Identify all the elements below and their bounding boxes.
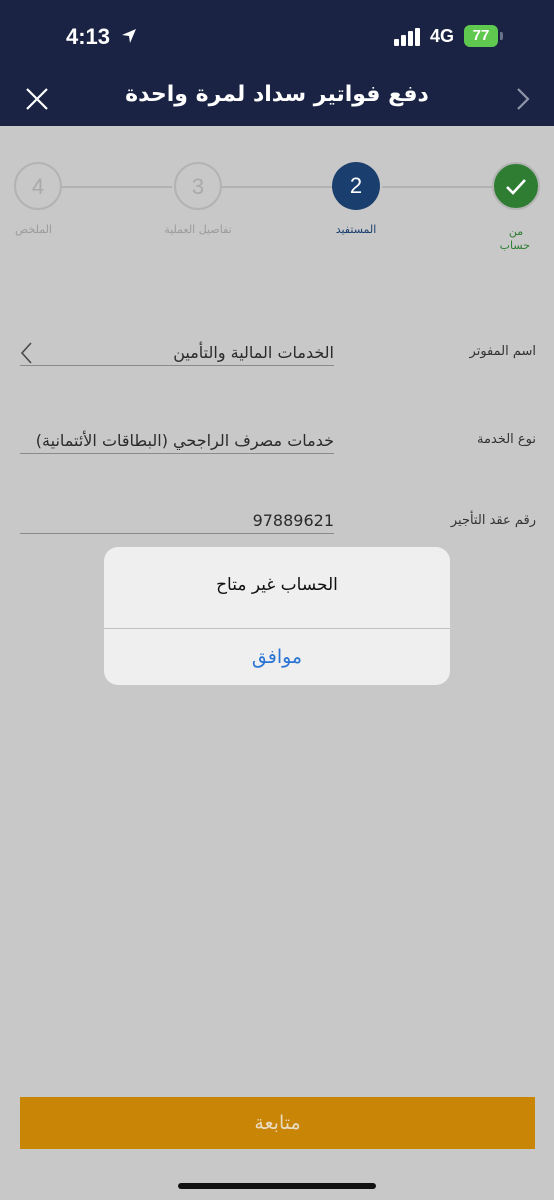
- home-indicator: [178, 1183, 376, 1189]
- step-connector: [382, 186, 494, 188]
- app-header: دفع فواتير سداد لمرة واحدة: [0, 76, 554, 126]
- chevron-left-icon: [20, 342, 32, 364]
- biller-select[interactable]: الخدمات المالية والتأمين: [20, 342, 334, 366]
- step-2-circle: 2: [332, 162, 380, 210]
- alert-dialog: الحساب غير متاح موافق: [104, 547, 450, 685]
- step-connector: [62, 186, 172, 188]
- step-1-label: من حساب: [499, 225, 530, 252]
- step-1-circle: [492, 162, 540, 210]
- biller-label: اسم المفوتر: [469, 344, 536, 359]
- status-time: 4:13: [66, 24, 111, 49]
- status-bar: 4:13 4G 77: [0, 0, 554, 76]
- network-type: 4G: [430, 26, 455, 46]
- cellular-signal-icon: [394, 28, 420, 46]
- dialog-ok-button[interactable]: موافق: [104, 629, 450, 685]
- battery-tip: [500, 32, 503, 40]
- step-connector: [222, 186, 332, 188]
- service-value: خدمات مصرف الراجحي (البطاقات الأئتمانية): [35, 431, 334, 450]
- contract-label: رقم عقد التأجير: [450, 513, 536, 528]
- checkmark-icon: [506, 179, 526, 195]
- service-select[interactable]: خدمات مصرف الراجحي (البطاقات الأئتمانية): [20, 431, 334, 454]
- continue-button[interactable]: متابعة: [20, 1097, 535, 1149]
- step-3-circle: 3: [174, 162, 222, 210]
- step-4-label: الملخص: [15, 223, 52, 236]
- location-arrow-icon: [122, 29, 136, 43]
- battery-icon: 77: [464, 25, 498, 47]
- battery-level: 77: [472, 27, 490, 44]
- contract-input[interactable]: 97889621: [20, 511, 334, 534]
- contract-value: 97889621: [252, 511, 334, 530]
- biller-value: الخدمات المالية والتأمين: [173, 343, 334, 362]
- page-title: دفع فواتير سداد لمرة واحدة: [125, 82, 429, 107]
- step-2-label: المستفيد: [335, 223, 377, 236]
- service-label: نوع الخدمة: [477, 432, 536, 447]
- dialog-message: الحساب غير متاح: [216, 575, 338, 595]
- step-3-label: تفاصيل العملية: [164, 223, 232, 236]
- chevron-right-icon[interactable]: [510, 84, 534, 114]
- step-4-circle: 4: [14, 162, 62, 210]
